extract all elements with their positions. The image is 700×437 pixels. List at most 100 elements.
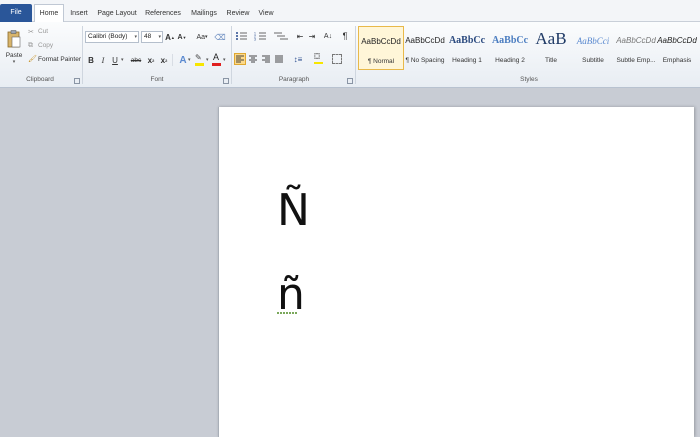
copy-button[interactable]: ⧉ Copy bbox=[28, 42, 78, 52]
paintbrush-icon: 🖌 bbox=[28, 56, 37, 63]
align-center-button[interactable] bbox=[248, 54, 258, 64]
font-dialog-launcher-icon[interactable] bbox=[223, 78, 229, 84]
bullets-button[interactable] bbox=[235, 31, 249, 41]
chevron-down-icon: ▾ bbox=[158, 34, 161, 40]
style-name: Heading 1 bbox=[452, 57, 482, 64]
change-case-label: Aa bbox=[196, 33, 206, 41]
paragraph-dialog-launcher-icon[interactable] bbox=[347, 78, 353, 84]
style-subtitle[interactable]: AaBbCci Subtitle bbox=[570, 26, 616, 70]
styles-group-label: Styles bbox=[520, 76, 538, 83]
justify-icon bbox=[275, 55, 283, 63]
superscript-button[interactable]: x2 bbox=[158, 54, 170, 66]
tab-references[interactable]: References bbox=[142, 5, 184, 22]
group-divider bbox=[82, 26, 83, 84]
paste-button[interactable]: Paste ▾ bbox=[4, 26, 24, 68]
highlighter-icon: ✎ bbox=[195, 53, 202, 62]
format-painter-button[interactable]: 🖌 Format Painter bbox=[28, 56, 81, 66]
grow-font-button[interactable]: A ▲ bbox=[165, 32, 175, 42]
tab-review[interactable]: Review bbox=[224, 5, 252, 22]
chevron-down-icon: ▾ bbox=[206, 57, 209, 63]
align-right-icon bbox=[262, 55, 270, 63]
style-subtle-emphasis[interactable]: AaBbCcDd Subtle Emp... bbox=[613, 26, 659, 70]
bullet-list-icon bbox=[236, 32, 247, 40]
shrink-font-button[interactable]: A ▼ bbox=[177, 32, 187, 42]
cut-button[interactable]: ✂ Cut bbox=[28, 28, 78, 38]
shading-color-bar bbox=[314, 62, 323, 64]
style-name: ¶ Normal bbox=[367, 58, 395, 65]
copy-label: Copy bbox=[38, 42, 54, 49]
shrink-caret-icon: ▼ bbox=[182, 34, 187, 40]
align-center-icon bbox=[249, 55, 257, 63]
font-family-select[interactable]: Calibri (Body) ▾ bbox=[85, 31, 139, 43]
italic-button[interactable]: I bbox=[98, 54, 108, 66]
style-sample: AaBbCcDd bbox=[361, 37, 401, 46]
paint-bucket-icon: ⛋ bbox=[314, 52, 321, 61]
tab-file[interactable]: File bbox=[0, 4, 32, 22]
style-heading-1[interactable]: AaBbCc Heading 1 bbox=[444, 26, 490, 70]
chevron-down-icon: ▾ bbox=[121, 57, 124, 63]
copy-icon: ⧉ bbox=[28, 42, 33, 49]
style-no-spacing[interactable]: AaBbCcDd ¶ No Spacing bbox=[402, 26, 448, 70]
style-name: Subtle Emp... bbox=[616, 57, 656, 64]
tab-home[interactable]: Home bbox=[34, 4, 64, 22]
bold-button[interactable]: B bbox=[86, 54, 96, 66]
chevron-down-icon: ▾ bbox=[223, 57, 226, 63]
highlight-button[interactable]: ✎ bbox=[194, 53, 206, 67]
style-name: ¶ No Spacing bbox=[405, 57, 445, 64]
sort-icon[interactable]: A↓ bbox=[322, 31, 334, 41]
underline-button[interactable]: U bbox=[110, 54, 120, 66]
align-right-button[interactable] bbox=[261, 54, 271, 64]
style-sample: AaBbCcDd bbox=[616, 36, 656, 45]
clear-formatting-icon[interactable]: ⌫ bbox=[214, 32, 226, 42]
shading-button[interactable]: ⛋ bbox=[313, 52, 327, 65]
style-sample: AaBbCcDd bbox=[657, 36, 697, 45]
tab-view[interactable]: View bbox=[254, 5, 278, 22]
font-color-bar bbox=[212, 63, 221, 66]
justify-button[interactable] bbox=[274, 54, 284, 64]
highlight-color-bar bbox=[195, 63, 204, 66]
subscript-2-icon: 2 bbox=[152, 57, 155, 63]
tab-page-layout[interactable]: Page Layout bbox=[94, 5, 140, 22]
show-formatting-button[interactable]: ¶ bbox=[340, 30, 350, 42]
line-spacing-icon[interactable]: ↕≡ bbox=[291, 54, 305, 64]
font-size-select[interactable]: 48 ▾ bbox=[141, 31, 163, 43]
subscript-button[interactable]: x2 bbox=[145, 54, 157, 66]
numbering-button[interactable]: 123 bbox=[254, 31, 268, 42]
align-left-icon bbox=[236, 55, 244, 63]
increase-indent-icon[interactable]: ⇥ bbox=[307, 31, 317, 41]
style-name: Emphasis bbox=[662, 57, 692, 64]
font-color-button[interactable]: A bbox=[211, 52, 223, 67]
style-title[interactable]: AaB Title bbox=[528, 26, 574, 70]
clipboard-dialog-launcher-icon[interactable] bbox=[74, 78, 80, 84]
font-group-label: Font bbox=[150, 76, 164, 83]
change-case-button[interactable]: Aa ▾ bbox=[194, 32, 210, 42]
align-left-button[interactable] bbox=[234, 53, 246, 65]
document-line-2[interactable]: ñ bbox=[277, 273, 305, 317]
format-painter-label: Format Painter bbox=[38, 56, 81, 63]
style-normal[interactable]: AaBbCcDd ¶ Normal bbox=[358, 26, 404, 70]
document-page[interactable]: Ñ ñ bbox=[218, 107, 694, 437]
style-name: Title bbox=[544, 57, 558, 64]
spelling-squiggle bbox=[277, 312, 297, 314]
strikethrough-button[interactable]: abc bbox=[129, 54, 143, 66]
scissors-icon: ✂ bbox=[28, 29, 34, 36]
borders-icon[interactable] bbox=[332, 54, 342, 64]
multilevel-list-button[interactable] bbox=[273, 31, 289, 41]
group-divider bbox=[355, 26, 356, 84]
style-sample: AaBbCc bbox=[448, 35, 486, 46]
style-name: Subtitle bbox=[582, 57, 604, 64]
chevron-down-icon: ▾ bbox=[188, 57, 191, 63]
paste-icon bbox=[7, 29, 21, 47]
tab-insert[interactable]: Insert bbox=[66, 5, 92, 22]
grow-caret-icon: ▲ bbox=[170, 34, 175, 40]
superscript-2-icon: 2 bbox=[165, 57, 168, 63]
toolbar-divider bbox=[172, 54, 173, 66]
ribbon-home: Paste ▾ ✂ Cut ⧉ Copy 🖌 Format Painter Cl… bbox=[0, 22, 700, 88]
svg-text:3: 3 bbox=[254, 38, 256, 42]
style-heading-2[interactable]: AaBbCc Heading 2 bbox=[487, 26, 533, 70]
font-size-value: 48 bbox=[144, 33, 152, 40]
decrease-indent-icon[interactable]: ⇤ bbox=[295, 31, 305, 41]
document-line-1[interactable]: Ñ bbox=[277, 189, 310, 233]
style-emphasis[interactable]: AaBbCcDd Emphasis bbox=[654, 26, 700, 70]
tab-mailings[interactable]: Mailings bbox=[186, 5, 222, 22]
